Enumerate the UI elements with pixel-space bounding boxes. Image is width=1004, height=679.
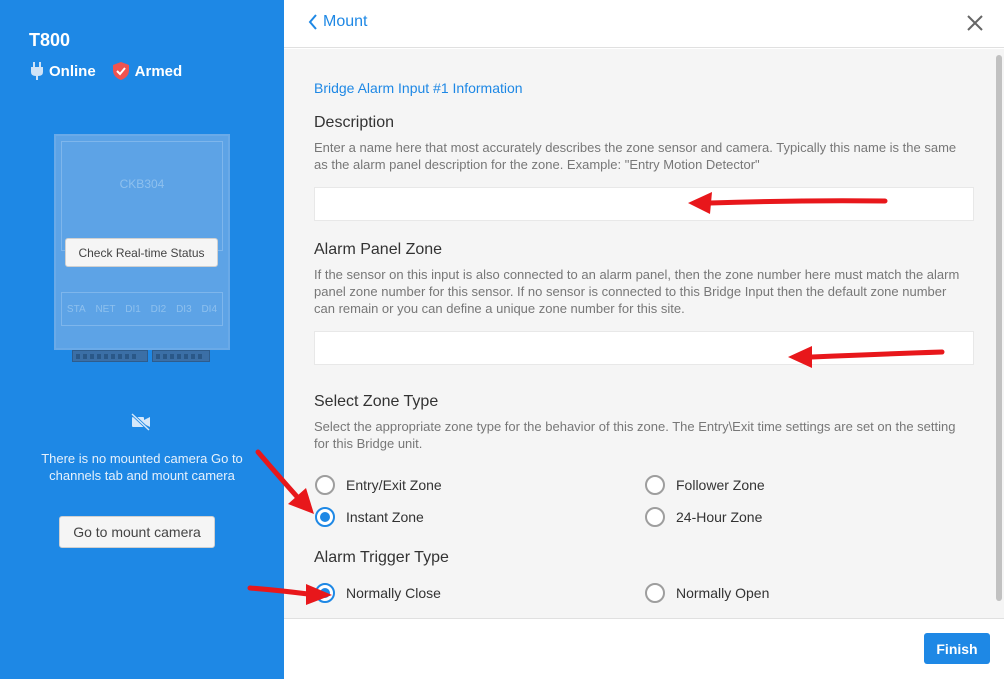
alarm-panel-zone-label: Alarm Panel Zone [314,241,443,258]
finish-button[interactable]: Finish [924,633,990,664]
radio-label: Follower Zone [676,477,765,493]
radio-label: Instant Zone [346,509,424,525]
online-label: Online [49,62,96,80]
trigger-type-label: Alarm Trigger Type [314,549,449,566]
check-realtime-status-button[interactable]: Check Real-time Status [65,238,218,267]
sidebar: T800 Online Armed CKB304 STA NET DI1 DI2 [0,0,284,679]
led-label: DI2 [150,303,167,315]
radio-label: Normally Open [676,585,770,601]
armed-label: Armed [134,62,183,80]
device-panel: CKB304 [61,141,223,251]
scrollbar[interactable] [994,49,1004,618]
section-title: Bridge Alarm Input #1 Information [314,80,523,96]
radio-label: 24-Hour Zone [676,509,763,525]
annotation-arrow-icon [788,346,945,368]
back-button[interactable]: Mount [308,13,367,31]
dialog-footer: Finish [284,618,1004,679]
radio-label: Entry/Exit Zone [346,477,442,493]
radio-circle [645,475,665,495]
radio-instant-zone[interactable]: Instant Zone [315,507,424,527]
scrollbar-thumb[interactable] [996,55,1002,601]
led-label: DI1 [125,303,141,315]
close-icon [967,15,983,31]
terminal-block [72,350,148,362]
device-name: T800 [29,30,71,50]
form-content: Bridge Alarm Input #1 Information Descri… [284,49,994,618]
terminal-block [152,350,210,362]
description-label: Description [314,114,395,131]
online-status: Online [31,62,96,80]
radio-circle [645,507,665,527]
radio-label: Normally Close [346,585,441,601]
armed-status: Armed [112,62,183,80]
zone-type-hint: Select the appropriate zone type for the… [314,419,956,451]
radio-normally-open[interactable]: Normally Open [645,583,769,603]
radio-entry-exit-zone[interactable]: Entry/Exit Zone [315,475,442,495]
annotation-arrow-icon [247,584,332,605]
led-label: DI4 [201,303,218,315]
no-camera-message: There is no mounted camera Go to channel… [41,451,243,483]
alarm-panel-zone-hint: If the sensor on this input is also conn… [314,267,960,316]
radio-circle [645,583,665,603]
radio-follower-zone[interactable]: Follower Zone [645,475,765,495]
back-label: Mount [323,13,368,30]
go-to-mount-camera-button[interactable]: Go to mount camera [59,516,215,548]
shield-check-icon [112,62,129,80]
led-label: STA [66,303,86,315]
annotation-arrow-icon [255,449,314,514]
device-model: CKB304 [119,177,165,191]
dialog-header: Mount [284,0,1004,48]
chevron-left-icon [308,14,317,30]
led-label: NET [95,303,116,315]
no-camera-icon [130,412,152,437]
radio-24-hour-zone[interactable]: 24-Hour Zone [645,507,762,527]
description-hint: Enter a name here that most accurately d… [314,140,957,172]
led-label: DI3 [176,303,192,315]
annotation-arrow-icon [688,192,888,214]
close-button[interactable] [966,14,984,37]
device-terminals [72,350,214,362]
device-led-row: STA NET DI1 DI2 DI3 DI4 [61,292,223,326]
status-row: Online Armed [31,62,199,80]
plug-icon [31,62,43,80]
zone-type-label: Select Zone Type [314,393,439,410]
